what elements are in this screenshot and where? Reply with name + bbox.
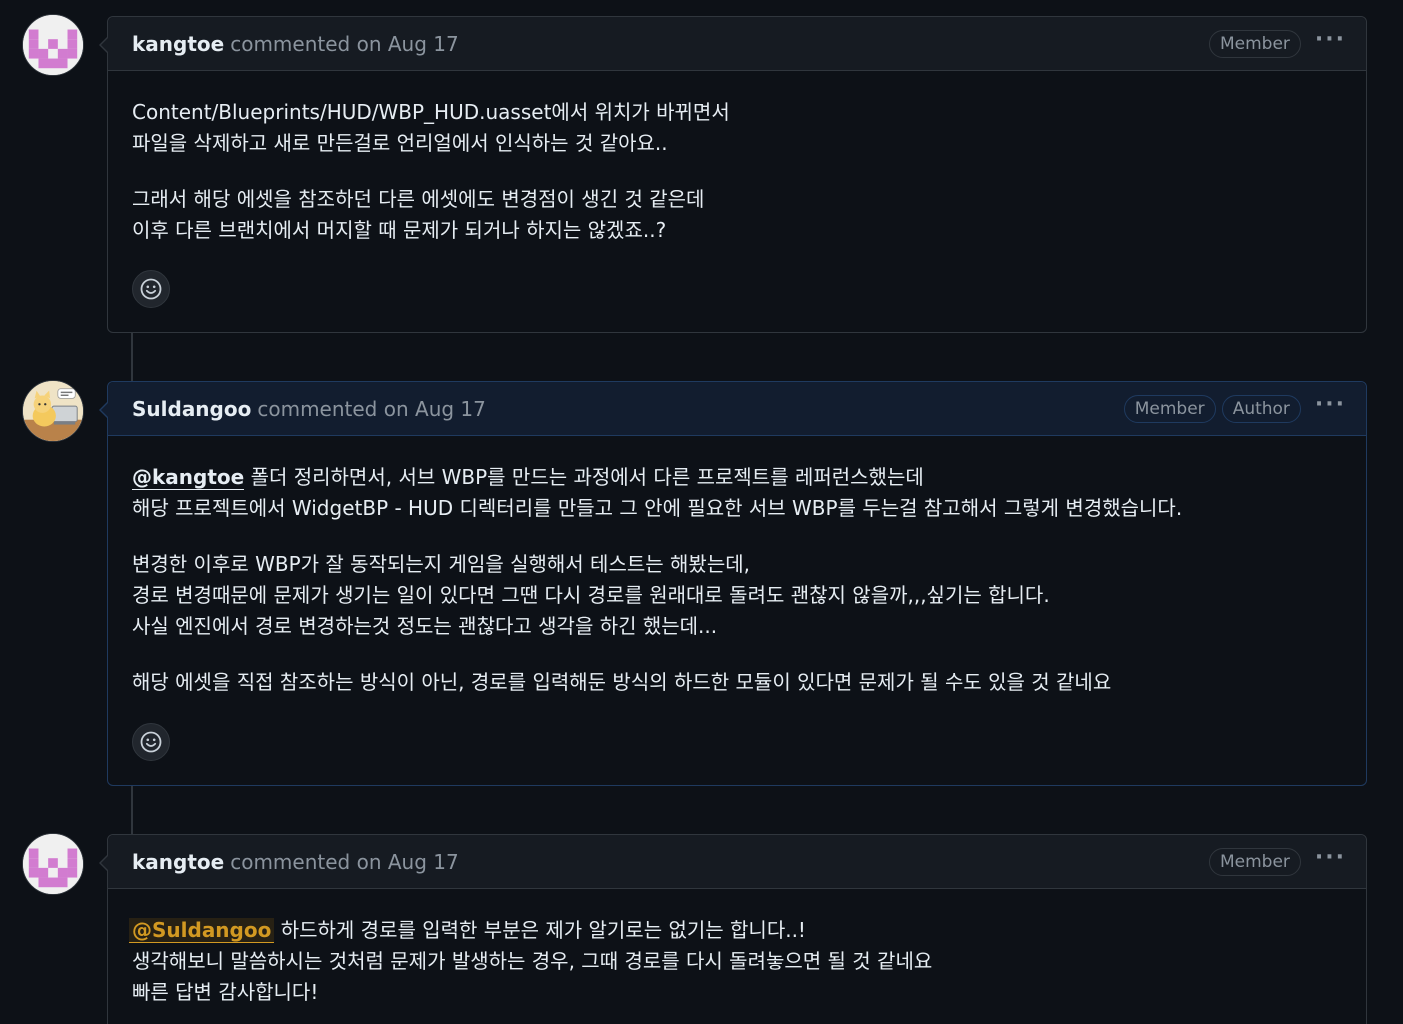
comment-author[interactable]: Suldangoo: [132, 397, 251, 421]
user-mention-link[interactable]: @Suldangoo: [129, 918, 275, 943]
comment-box: kangtoe commented on Aug 17 Member ··· @…: [99, 834, 1367, 1024]
add-reaction-button[interactable]: [132, 723, 170, 761]
user-mention-link[interactable]: @kangtoe: [132, 465, 245, 490]
member-badge: Member: [1208, 29, 1301, 58]
member-badge: Member: [1123, 394, 1216, 423]
comment-box: kangtoe commented on Aug 17 Member ··· C…: [99, 16, 1367, 333]
kebab-horizontal-icon[interactable]: ···: [1315, 393, 1346, 418]
comment-box: Suldangoo commented on Aug 17 Member Aut…: [99, 381, 1367, 786]
avatar[interactable]: [22, 833, 84, 895]
comment-timestamp[interactable]: commented on Aug 17: [257, 397, 486, 421]
smiley-icon: [140, 278, 162, 300]
avatar[interactable]: [22, 380, 84, 442]
comment-paragraph: 변경한 이후로 WBP가 잘 동작되는지 게임을 실행해서 테스트는 해봤는데,…: [132, 552, 1050, 638]
comment-author[interactable]: kangtoe: [132, 32, 224, 56]
smiley-icon: [140, 731, 162, 753]
kebab-horizontal-icon[interactable]: ···: [1315, 28, 1346, 53]
kebab-horizontal-icon[interactable]: ···: [1315, 846, 1346, 871]
comment-body: @Suldangoo 하드하게 경로를 입력한 부분은 제가 알기로는 없기는 …: [108, 889, 1366, 1008]
comment-author[interactable]: kangtoe: [132, 850, 224, 874]
comment-paragraph: Content/Blueprints/HUD/WBP_HUD.uasset에서 …: [132, 100, 730, 155]
comment-timestamp[interactable]: commented on Aug 17: [230, 850, 459, 874]
comment-paragraph: @kangtoe 폴더 정리하면서, 서브 WBP를 만드는 과정에서 다른 프…: [132, 465, 1183, 520]
member-badge: Member: [1208, 847, 1301, 876]
timeline-connector: [131, 786, 133, 834]
add-reaction-button[interactable]: [132, 270, 170, 308]
identicon-avatar-icon: [23, 15, 83, 75]
comment-body: @kangtoe 폴더 정리하면서, 서브 WBP를 만드는 과정에서 다른 프…: [108, 436, 1366, 698]
comment-paragraph: @Suldangoo 하드하게 경로를 입력한 부분은 제가 알기로는 없기는 …: [129, 915, 1342, 1008]
timeline: kangtoe commented on Aug 17 Member ··· C…: [0, 0, 1403, 1024]
comment-paragraph: 해당 에셋을 직접 참조하는 방식이 아닌, 경로를 입력해둔 방식의 하드한 …: [132, 670, 1112, 694]
comment-header: kangtoe commented on Aug 17 Member ···: [108, 835, 1366, 889]
cat-avatar-icon: [23, 381, 83, 441]
identicon-avatar-icon: [23, 834, 83, 894]
timeline-connector: [131, 333, 133, 381]
comment-body: Content/Blueprints/HUD/WBP_HUD.uasset에서 …: [108, 71, 1366, 246]
comment-header: Suldangoo commented on Aug 17 Member Aut…: [108, 382, 1366, 436]
comment-paragraph: 그래서 해당 에셋을 참조하던 다른 에셋에도 변경점이 생긴 것 같은데 이후…: [132, 187, 705, 242]
avatar[interactable]: [22, 14, 84, 76]
comment-timestamp[interactable]: commented on Aug 17: [230, 32, 459, 56]
comment-header: kangtoe commented on Aug 17 Member ···: [108, 17, 1366, 71]
author-badge: Author: [1221, 394, 1301, 423]
